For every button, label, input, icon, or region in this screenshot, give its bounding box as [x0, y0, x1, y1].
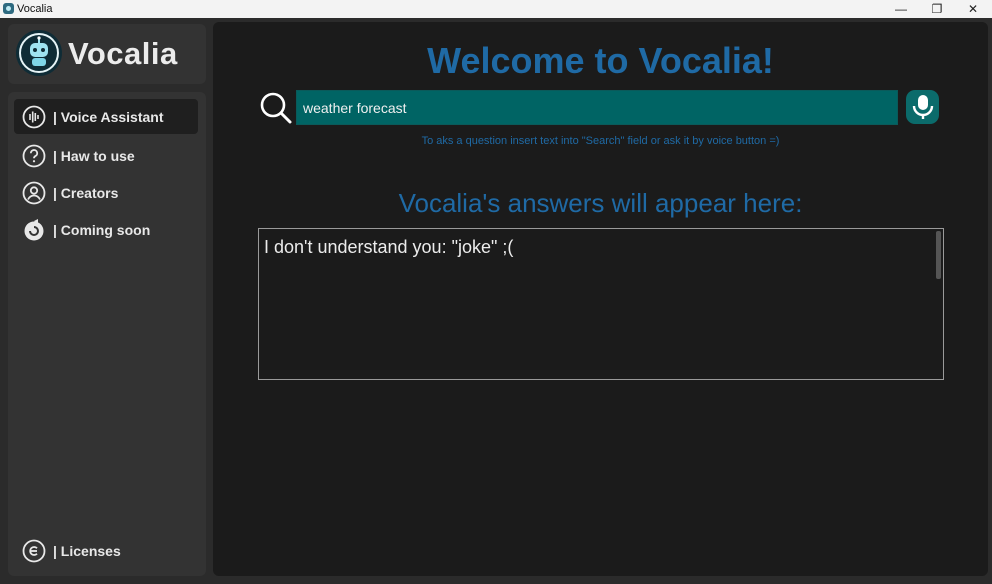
sidebar-item-label: | Licenses — [53, 542, 121, 559]
sidebar-item-licenses[interactable]: | Licenses — [14, 533, 198, 568]
logo-panel: Vocalia — [8, 24, 206, 84]
copyright-icon — [22, 539, 46, 562]
sidebar-item-label: | Coming soon — [53, 221, 151, 238]
answer-text: I don't understand you: "joke" ;( — [264, 237, 514, 257]
refresh-icon — [24, 218, 44, 240]
sidebar-item-creators[interactable]: | Creators — [14, 175, 198, 210]
sidebar-item-how-to-use[interactable]: | Haw to use — [14, 138, 198, 173]
search-hint: To aks a question insert text into "Sear… — [421, 135, 780, 147]
sidebar-item-coming-soon[interactable]: | Coming soon — [14, 212, 198, 247]
question-icon — [22, 144, 46, 167]
close-button[interactable]: ✕ — [955, 0, 991, 18]
answer-textbox[interactable]: I don't understand you: "joke" ;( — [258, 228, 944, 380]
search-input[interactable] — [296, 90, 898, 125]
soundwave-icon — [22, 105, 46, 128]
sidebar: | Voice Assistant | Haw to use | Creator… — [8, 92, 206, 576]
search-icon[interactable] — [259, 91, 293, 125]
sidebar-item-label: | Haw to use — [53, 147, 135, 164]
user-circle-icon — [22, 181, 46, 204]
app-logo-text: Vocalia — [68, 36, 178, 71]
app-icon — [3, 3, 14, 14]
sidebar-item-label: | Voice Assistant — [53, 108, 164, 125]
sidebar-item-label: | Creators — [53, 184, 119, 201]
restore-button[interactable]: ❐ — [919, 0, 955, 18]
minimize-button[interactable]: — — [883, 0, 919, 18]
scrollbar[interactable] — [936, 231, 941, 279]
voice-button[interactable] — [906, 90, 939, 124]
main-panel: Welcome to Vocalia! To aks a question in… — [213, 22, 988, 576]
robot-logo-icon — [16, 30, 62, 76]
answers-heading: Vocalia's answers will appear here: — [398, 188, 803, 218]
page-title: Welcome to Vocalia! — [427, 40, 774, 81]
title-bar: Vocalia — ❐ ✕ — [0, 0, 992, 18]
microphone-icon — [912, 95, 933, 119]
sidebar-item-voice-assistant[interactable]: | Voice Assistant — [14, 99, 198, 134]
window-title: Vocalia — [17, 3, 53, 15]
